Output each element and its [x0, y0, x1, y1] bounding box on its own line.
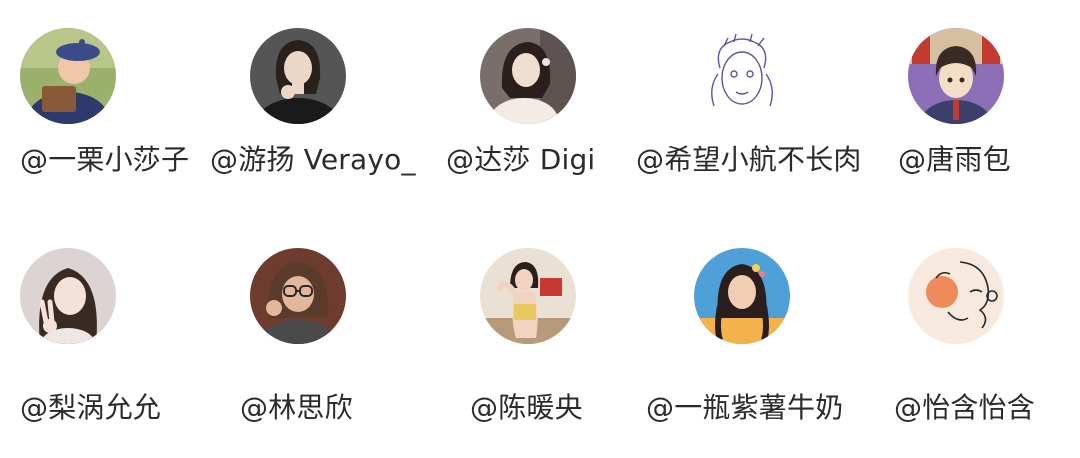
user-handle[interactable]: @一瓶紫薯牛奶	[646, 386, 843, 426]
avatar-photo-girl-peace-sign-icon[interactable]	[20, 248, 116, 344]
user-handle[interactable]: @希望小航不长肉	[636, 138, 862, 178]
user-handle[interactable]: @一栗小莎子	[20, 138, 189, 178]
avatar-photo-woman-flowers-icon[interactable]	[480, 28, 576, 124]
user-card[interactable]: @游扬 Verayo_	[206, 0, 422, 200]
user-card[interactable]: @达莎 Digi	[440, 0, 656, 200]
user-handle[interactable]: @梨涡允允	[20, 386, 161, 426]
user-handle[interactable]: @怡含怡含	[894, 386, 1035, 426]
avatar-anime-boy-icon[interactable]	[908, 28, 1004, 124]
user-handle[interactable]: @游扬 Verayo_	[210, 138, 416, 178]
user-grid: @一栗小莎子 @游扬 Verayo_ @达莎 Digi @希望小航不长肉 @唐雨…	[0, 0, 1080, 458]
avatar-photo-girl-room-icon[interactable]	[480, 248, 576, 344]
user-handle[interactable]: @唐雨包	[898, 138, 1011, 178]
avatar-illustration-peach-icon[interactable]	[908, 248, 1004, 344]
user-card[interactable]: @怡含怡含	[864, 222, 1080, 424]
user-card[interactable]: @一栗小莎子	[0, 0, 216, 200]
user-card[interactable]: @林思欣	[206, 222, 422, 424]
avatar-photo-girl-beret-icon[interactable]	[20, 28, 116, 124]
avatar-photo-girl-glasses-icon[interactable]	[250, 248, 346, 344]
avatar-sketch-face-icon[interactable]	[694, 28, 790, 124]
user-handle[interactable]: @林思欣	[240, 386, 353, 426]
avatar-photo-girl-sky-icon[interactable]	[694, 248, 790, 344]
avatar-photo-woman-dark-icon[interactable]	[250, 28, 346, 124]
user-card[interactable]: @一瓶紫薯牛奶	[646, 222, 862, 424]
user-card[interactable]: @唐雨包	[864, 0, 1080, 200]
user-handle[interactable]: @陈暖央	[470, 386, 583, 426]
user-card[interactable]: @希望小航不长肉	[636, 0, 861, 200]
user-handle[interactable]: @达莎 Digi	[446, 138, 595, 178]
user-card[interactable]: @梨涡允允	[0, 222, 216, 424]
user-card[interactable]: @陈暖央	[440, 222, 656, 424]
